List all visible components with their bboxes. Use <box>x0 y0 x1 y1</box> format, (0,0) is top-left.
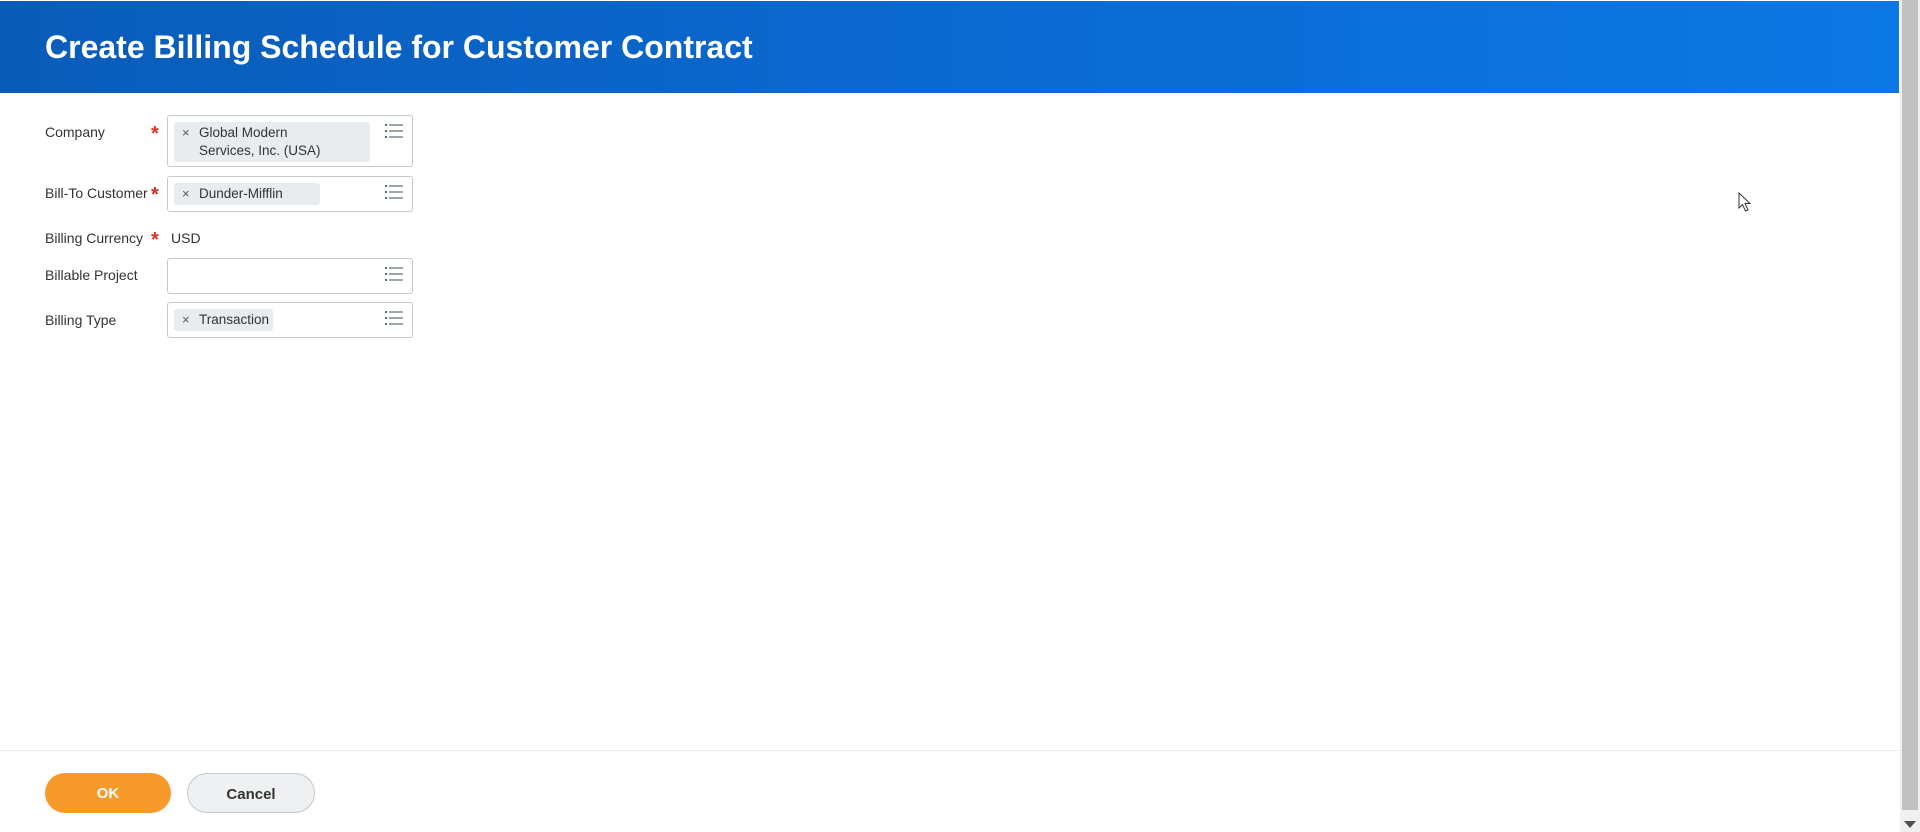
billing-currency-value: USD <box>171 230 201 246</box>
billable-project-field[interactable] <box>167 258 413 294</box>
company-chip[interactable]: × Global Modern Services, Inc. (USA) <box>174 122 370 162</box>
billing-type-value: Transaction <box>199 312 270 327</box>
required-indicator: * <box>151 229 159 251</box>
billing-type-row: Billing Type × Transaction <box>45 302 425 338</box>
billing-type-field[interactable]: × Transaction <box>167 302 413 338</box>
list-icon[interactable] <box>385 311 403 325</box>
billing-type-label: Billing Type <box>45 312 117 328</box>
page-header: Create Billing Schedule for Customer Con… <box>0 1 1899 93</box>
close-icon[interactable]: × <box>182 124 190 142</box>
list-icon[interactable] <box>385 267 403 281</box>
list-icon[interactable] <box>385 124 403 138</box>
bill-to-customer-row: Bill-To Customer * × Dunder-Mifflin <box>45 176 425 212</box>
bill-to-customer-chip[interactable]: × Dunder-Mifflin <box>174 183 320 205</box>
billing-currency-row: Billing Currency * USD <box>45 229 425 251</box>
vertical-scrollbar[interactable] <box>1900 0 1920 832</box>
ok-button[interactable]: OK <box>45 773 171 813</box>
bill-to-customer-label: Bill-To Customer <box>45 185 148 201</box>
billable-project-row: Billable Project <box>45 258 425 294</box>
scrollbar-thumb[interactable] <box>1902 0 1918 810</box>
billing-currency-label: Billing Currency <box>45 230 144 246</box>
footer-bar: OK Cancel <box>0 750 1899 832</box>
billable-project-label: Billable Project <box>45 267 138 283</box>
company-field[interactable]: × Global Modern Services, Inc. (USA) <box>167 115 413 167</box>
close-icon[interactable]: × <box>182 185 190 203</box>
page-title: Create Billing Schedule for Customer Con… <box>45 29 753 65</box>
company-chip-line2: Services, Inc. (USA) <box>199 143 321 158</box>
list-icon[interactable] <box>385 185 403 199</box>
company-label: Company <box>45 124 105 140</box>
mouse-cursor-icon <box>1738 192 1752 212</box>
required-indicator: * <box>151 184 159 206</box>
required-indicator: * <box>151 123 159 145</box>
company-chip-line1: Global Modern <box>199 125 288 140</box>
close-icon[interactable]: × <box>182 311 190 329</box>
billing-type-chip[interactable]: × Transaction <box>174 309 273 331</box>
company-row: Company * × Global Modern Services, Inc.… <box>45 115 425 167</box>
page: Create Billing Schedule for Customer Con… <box>0 0 1920 832</box>
scroll-down-arrow-icon[interactable] <box>1904 821 1916 828</box>
bill-to-customer-field[interactable]: × Dunder-Mifflin <box>167 176 413 212</box>
bill-to-customer-value: Dunder-Mifflin <box>199 186 283 201</box>
cancel-button[interactable]: Cancel <box>187 773 315 813</box>
